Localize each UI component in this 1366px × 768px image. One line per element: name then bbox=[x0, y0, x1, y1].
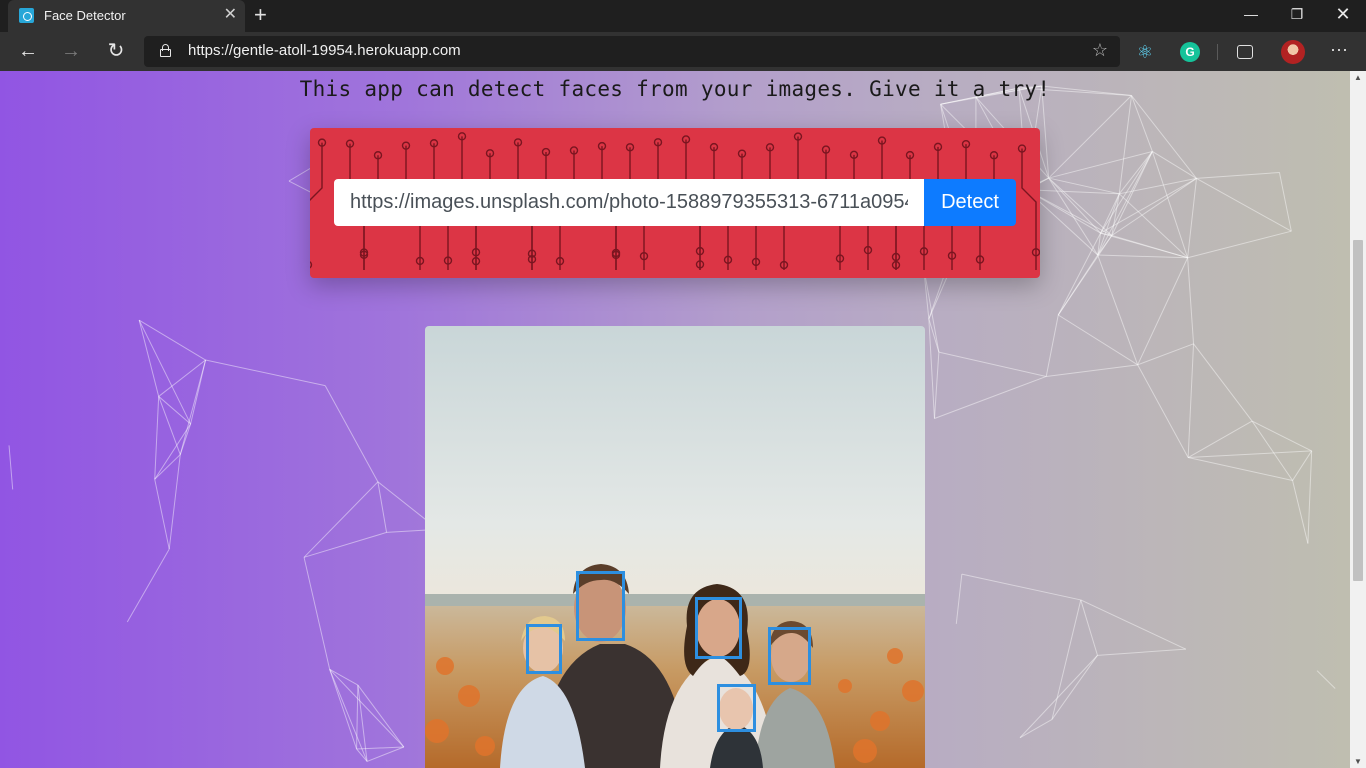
more-icon[interactable]: ··· bbox=[1329, 40, 1349, 62]
face-box bbox=[695, 597, 742, 659]
new-tab-plus-icon[interactable]: + bbox=[254, 3, 267, 27]
page-tagline: This app can detect faces from your imag… bbox=[299, 77, 1051, 101]
face-box bbox=[526, 624, 562, 674]
tab-face-detector[interactable]: Face Detector ✕ bbox=[8, 0, 245, 32]
face-detector-favicon-icon bbox=[19, 8, 34, 23]
favorite-star-icon[interactable]: ☆ bbox=[1092, 40, 1108, 61]
detect-button[interactable]: Detect bbox=[924, 179, 1016, 226]
collections-icon[interactable] bbox=[1237, 45, 1253, 59]
image-url-input[interactable] bbox=[334, 179, 924, 226]
browser-toolbar: ← → ↻ https://gentle-atoll-19954.herokua… bbox=[0, 32, 1366, 71]
face-box bbox=[768, 627, 811, 685]
lock-icon[interactable] bbox=[160, 44, 171, 57]
scrollbar-thumb[interactable] bbox=[1353, 240, 1363, 581]
window-close-icon[interactable]: ✕ bbox=[1320, 0, 1366, 32]
address-url[interactable]: https://gentle-atoll-19954.herokuapp.com bbox=[188, 42, 461, 59]
window-restore-icon[interactable]: ❐ bbox=[1274, 0, 1320, 32]
face-box bbox=[576, 571, 625, 641]
profile-avatar[interactable] bbox=[1281, 40, 1305, 64]
tab-bar: Face Detector ✕ + — ❐ ✕ bbox=[0, 0, 1366, 32]
back-icon[interactable]: ← bbox=[15, 39, 41, 65]
toolbar-divider bbox=[1217, 44, 1218, 60]
page-viewport: This app can detect faces from your imag… bbox=[0, 71, 1350, 768]
result-image bbox=[425, 326, 925, 768]
image-url-form: Detect bbox=[310, 128, 1040, 278]
family-photo bbox=[425, 326, 925, 768]
scroll-up-arrow-icon[interactable]: ▲ bbox=[1354, 73, 1362, 82]
page-scrollbar[interactable]: ▲ ▼ bbox=[1350, 71, 1366, 768]
scroll-down-arrow-icon[interactable]: ▼ bbox=[1354, 757, 1362, 766]
reload-icon[interactable]: ↻ bbox=[103, 39, 129, 65]
react-devtools-icon[interactable]: ⚛ bbox=[1135, 42, 1155, 62]
window-minimize-icon[interactable]: — bbox=[1228, 0, 1274, 32]
grammarly-icon[interactable]: G bbox=[1180, 42, 1200, 62]
tab-title: Face Detector bbox=[44, 8, 126, 23]
face-box bbox=[717, 684, 756, 732]
tab-close-icon[interactable]: ✕ bbox=[224, 6, 237, 24]
forward-icon[interactable]: → bbox=[58, 39, 84, 65]
address-bar[interactable]: https://gentle-atoll-19954.herokuapp.com… bbox=[144, 36, 1120, 67]
